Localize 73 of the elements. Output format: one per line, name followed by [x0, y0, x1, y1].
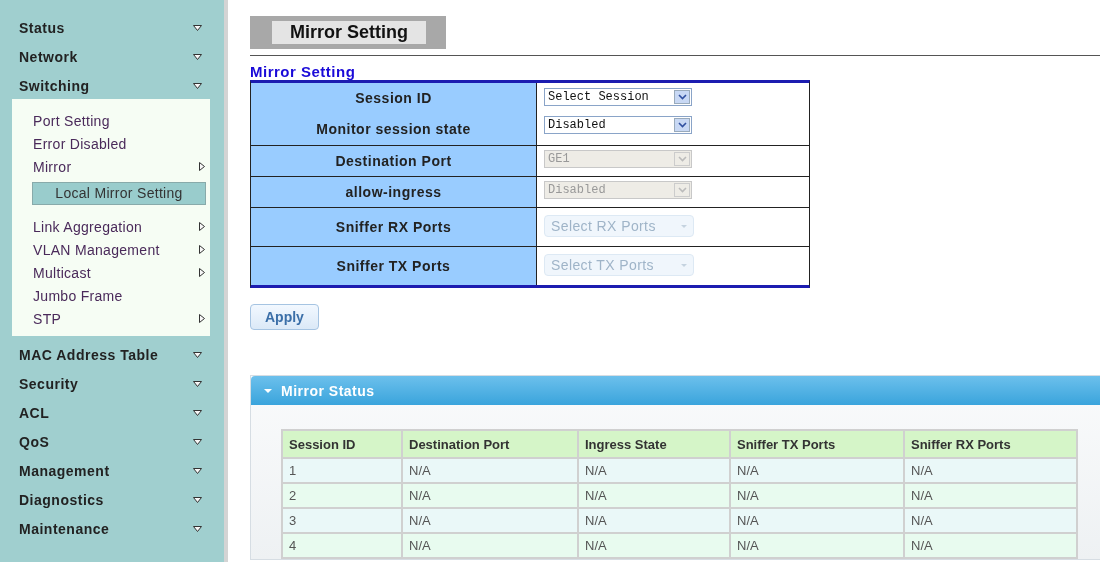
caret-icon [681, 224, 687, 228]
table-cell: N/A [402, 508, 578, 533]
table-cell: N/A [578, 483, 730, 508]
submenu-item[interactable]: Port Setting [12, 109, 210, 132]
dropdown-arrow-icon [193, 24, 202, 31]
column-header: Session ID [282, 430, 402, 458]
nav-item[interactable]: MAC Address Table [0, 340, 224, 369]
dropdown-arrow-icon [193, 380, 202, 387]
table-cell: N/A [578, 458, 730, 483]
select-field[interactable]: Disabled [544, 116, 692, 134]
table-cell: N/A [730, 483, 904, 508]
table-cell: N/A [904, 533, 1077, 558]
submenu-arrow-icon [199, 162, 205, 171]
table-cell: N/A [578, 533, 730, 558]
submenu-arrow-icon [199, 268, 205, 277]
dropdown-arrow-icon [193, 438, 202, 445]
nav-item[interactable]: Maintenance [0, 514, 224, 543]
submenu-item[interactable]: Link Aggregation [12, 215, 210, 238]
field-label: Destination Port [334, 152, 453, 171]
dropdown-arrow-icon [193, 53, 202, 60]
table-cell: 3 [282, 508, 402, 533]
nav-item[interactable]: Network [0, 42, 224, 71]
table-cell: N/A [730, 508, 904, 533]
nav-item[interactable]: ACL [0, 398, 224, 427]
submenu-item[interactable]: Mirror [12, 155, 210, 178]
table-cell: N/A [578, 508, 730, 533]
table-cell: N/A [402, 533, 578, 558]
submenu-arrow-icon [199, 314, 205, 323]
column-header: Sniffer RX Ports [904, 430, 1077, 458]
nav-item[interactable]: Diagnostics [0, 485, 224, 514]
dropdown-arrow-icon [193, 409, 202, 416]
field-label: Sniffer TX Ports [335, 257, 452, 276]
column-header: Ingress State [578, 430, 730, 458]
select-field[interactable]: Select Session [544, 88, 692, 106]
submenu-arrow-icon [199, 222, 205, 231]
field-label: Monitor session state [315, 120, 472, 139]
submenu-arrow-icon [199, 245, 205, 254]
field-label: Sniffer RX Ports [334, 218, 453, 237]
nav-item[interactable]: Switching [0, 71, 224, 100]
submenu-item[interactable]: Error Disabled [12, 132, 210, 155]
submenu-item[interactable]: Jumbo Frame [12, 284, 210, 307]
column-header: Sniffer TX Ports [730, 430, 904, 458]
column-header: Destination Port [402, 430, 578, 458]
table-cell: N/A [730, 533, 904, 558]
dropdown-arrow-icon [193, 496, 202, 503]
dropdown-arrow-icon [193, 467, 202, 474]
submenu-item[interactable]: Local Mirror Setting [32, 182, 206, 205]
nav-item[interactable]: Management [0, 456, 224, 485]
section-title: Mirror Setting [250, 63, 357, 80]
table-cell: N/A [730, 458, 904, 483]
table-cell: 1 [282, 458, 402, 483]
field-label: allow-ingress [344, 183, 443, 202]
dropdown-arrow-icon [193, 82, 202, 89]
table-cell: N/A [402, 458, 578, 483]
nav-item[interactable]: Status [0, 13, 224, 42]
table-cell: N/A [402, 483, 578, 508]
table-cell: 4 [282, 533, 402, 558]
submenu-item[interactable]: STP [12, 307, 210, 330]
dropdown-arrow-icon [193, 351, 202, 358]
panel-title: Mirror Status [281, 382, 375, 399]
apply-button[interactable]: Apply [250, 304, 319, 330]
submenu-item[interactable]: VLAN Management [12, 238, 210, 261]
caret-icon [681, 263, 687, 267]
submenu-item[interactable]: Multicast [12, 261, 210, 284]
table-cell: N/A [904, 458, 1077, 483]
page-title: Mirror Setting [272, 21, 426, 44]
nav-item[interactable]: QoS [0, 427, 224, 456]
table-cell: N/A [904, 483, 1077, 508]
field-label: Session ID [354, 89, 433, 108]
dropdown-arrow-icon [193, 525, 202, 532]
nav-item[interactable]: Security [0, 369, 224, 398]
table-cell: 2 [282, 483, 402, 508]
table-cell: N/A [904, 508, 1077, 533]
